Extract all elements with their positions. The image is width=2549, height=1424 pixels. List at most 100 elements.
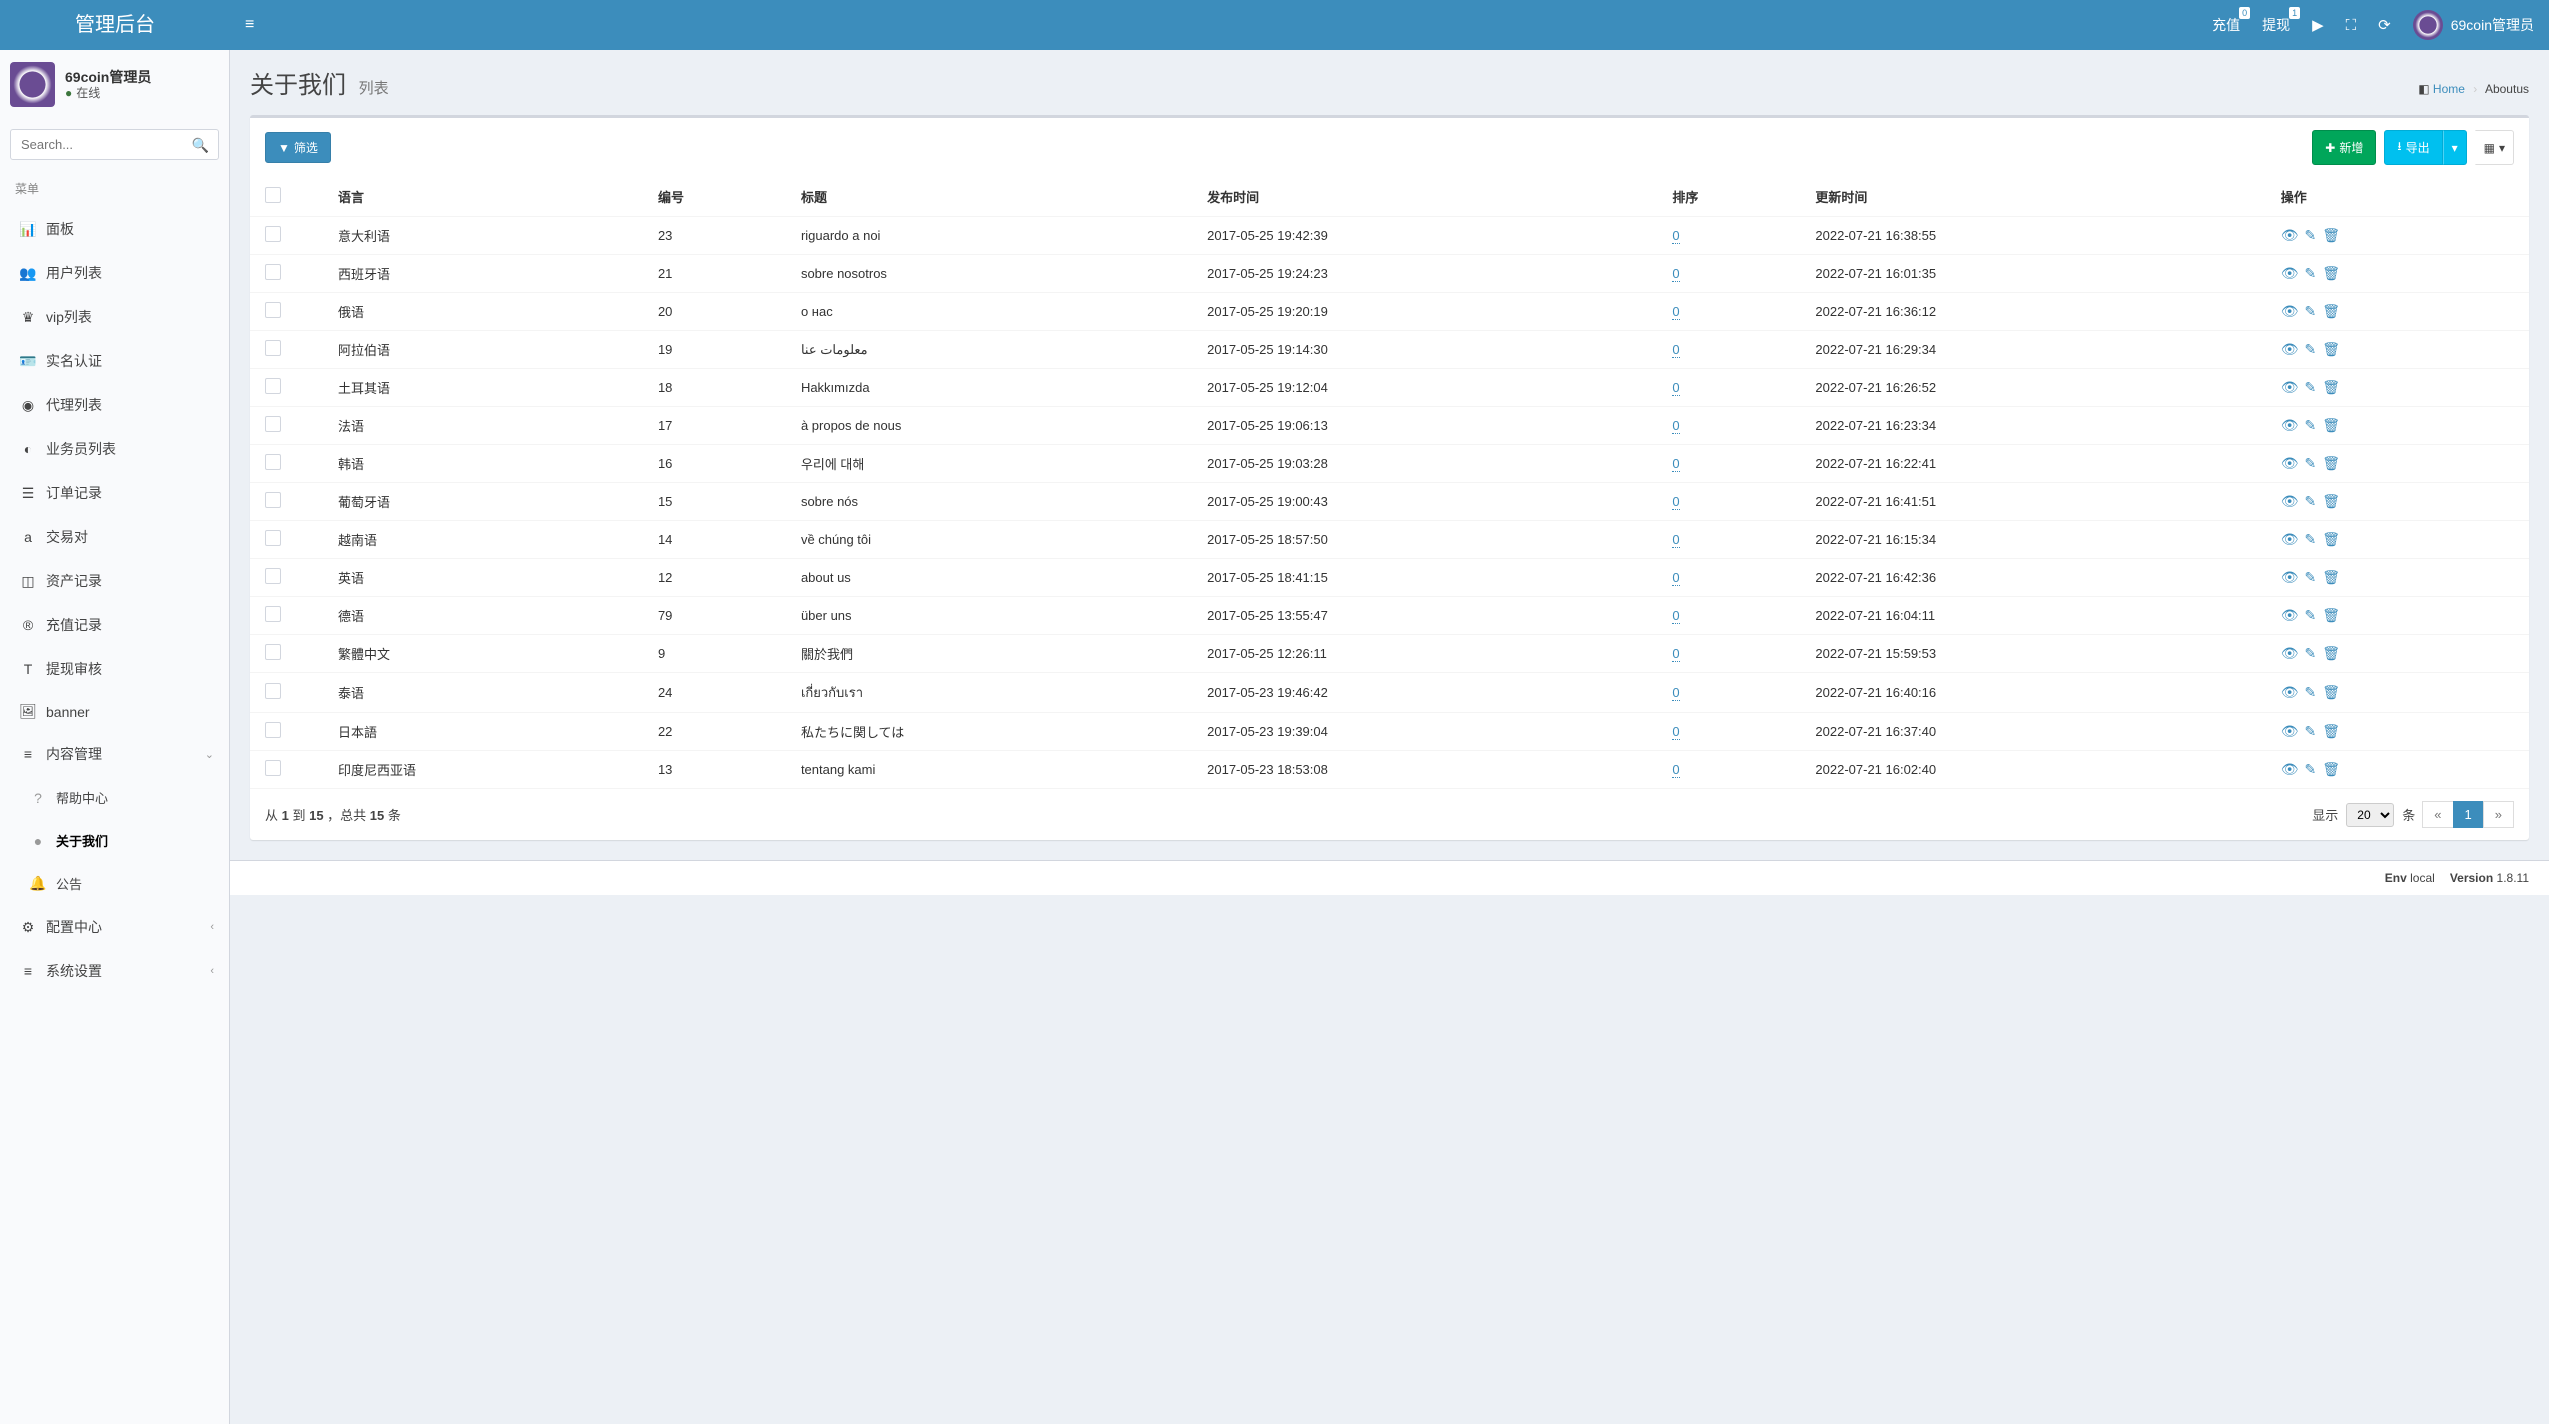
view-icon[interactable]: 👁	[2281, 303, 2299, 320]
delete-icon[interactable]: 🗑	[2322, 569, 2340, 586]
cell-sort[interactable]: 0	[1672, 494, 1679, 510]
row-checkbox[interactable]	[265, 530, 281, 546]
cell-sort[interactable]: 0	[1672, 266, 1679, 282]
edit-icon[interactable]: ✎	[2304, 227, 2316, 244]
page-size-select[interactable]: 20	[2346, 803, 2394, 827]
view-icon[interactable]: 👁	[2281, 645, 2299, 662]
sidebar-item[interactable]: ®充值记录	[0, 603, 229, 647]
th-sort[interactable]: 排序	[1664, 177, 1807, 217]
cell-sort[interactable]: 0	[1672, 570, 1679, 586]
delete-icon[interactable]: 🗑	[2322, 227, 2340, 244]
add-button[interactable]: ✚ 新增	[2312, 130, 2376, 165]
cell-sort[interactable]: 0	[1672, 724, 1679, 740]
export-button[interactable]: ⭳ 导出	[2384, 130, 2442, 165]
row-checkbox[interactable]	[265, 683, 281, 699]
cell-sort[interactable]: 0	[1672, 646, 1679, 662]
refresh-icon[interactable]: ⟳	[2378, 16, 2391, 34]
view-icon[interactable]: 👁	[2281, 684, 2299, 701]
cell-sort[interactable]: 0	[1672, 304, 1679, 320]
export-dropdown[interactable]: ▾	[2443, 130, 2467, 165]
user-menu[interactable]: 69coin管理员	[2413, 10, 2534, 40]
sidebar-subitem[interactable]: 🔔公告	[0, 862, 229, 905]
sidebar-item[interactable]: ☰订单记录	[0, 471, 229, 515]
view-icon[interactable]: 👁	[2281, 379, 2299, 396]
delete-icon[interactable]: 🗑	[2322, 379, 2340, 396]
cell-sort[interactable]: 0	[1672, 228, 1679, 244]
view-icon[interactable]: 👁	[2281, 227, 2299, 244]
cell-sort[interactable]: 0	[1672, 762, 1679, 778]
edit-icon[interactable]: ✎	[2304, 569, 2316, 586]
sidebar-subitem[interactable]: ?帮助中心	[0, 776, 229, 819]
view-icon[interactable]: 👁	[2281, 265, 2299, 282]
delete-icon[interactable]: 🗑	[2322, 455, 2340, 472]
edit-icon[interactable]: ✎	[2304, 379, 2316, 396]
logo[interactable]: 管理后台	[0, 0, 230, 50]
edit-icon[interactable]: ✎	[2304, 417, 2316, 434]
edit-icon[interactable]: ✎	[2304, 303, 2316, 320]
page-next[interactable]: »	[2483, 801, 2514, 828]
delete-icon[interactable]: 🗑	[2322, 341, 2340, 358]
sidebar-item[interactable]: ♛vip列表	[0, 295, 229, 339]
delete-icon[interactable]: 🗑	[2322, 607, 2340, 624]
th-lang[interactable]: 语言	[330, 177, 650, 217]
view-icon[interactable]: 👁	[2281, 761, 2299, 778]
delete-icon[interactable]: 🗑	[2322, 645, 2340, 662]
view-icon[interactable]: 👁	[2281, 417, 2299, 434]
edit-icon[interactable]: ✎	[2304, 645, 2316, 662]
edit-icon[interactable]: ✎	[2304, 493, 2316, 510]
sidebar-item[interactable]: 👥用户列表	[0, 251, 229, 295]
th-updtime[interactable]: 更新时间	[1807, 177, 2272, 217]
play-icon[interactable]: ▶	[2312, 16, 2324, 34]
sidebar-item[interactable]: ◐业务员列表	[0, 427, 229, 471]
fullscreen-icon[interactable]: ⛶	[2346, 17, 2357, 34]
delete-icon[interactable]: 🗑	[2322, 761, 2340, 778]
view-icon[interactable]: 👁	[2281, 569, 2299, 586]
row-checkbox[interactable]	[265, 606, 281, 622]
search-input[interactable]	[10, 129, 219, 160]
sidebar-item-config[interactable]: ⚙ 配置中心 ‹	[0, 905, 229, 949]
view-icon[interactable]: 👁	[2281, 607, 2299, 624]
row-checkbox[interactable]	[265, 492, 281, 508]
edit-icon[interactable]: ✎	[2304, 761, 2316, 778]
edit-icon[interactable]: ✎	[2304, 455, 2316, 472]
row-checkbox[interactable]	[265, 302, 281, 318]
recharge-link[interactable]: 充值 0	[2212, 15, 2240, 35]
sidebar-subitem[interactable]: ●关于我们	[0, 819, 229, 862]
sidebar-item-content-mgmt[interactable]: ≡ 内容管理 ⌄	[0, 732, 229, 776]
view-icon[interactable]: 👁	[2281, 723, 2299, 740]
row-checkbox[interactable]	[265, 568, 281, 584]
cell-sort[interactable]: 0	[1672, 532, 1679, 548]
delete-icon[interactable]: 🗑	[2322, 493, 2340, 510]
row-checkbox[interactable]	[265, 416, 281, 432]
sidebar-item[interactable]: 🖼banner	[0, 691, 229, 732]
sidebar-item[interactable]: 🪪实名认证	[0, 339, 229, 383]
sidebar-toggle-icon[interactable]: ≡	[245, 16, 254, 34]
sidebar-item[interactable]: T提现审核	[0, 647, 229, 691]
view-icon[interactable]: 👁	[2281, 531, 2299, 548]
sidebar-item-system[interactable]: ≡ 系统设置 ‹	[0, 949, 229, 993]
page-prev[interactable]: «	[2422, 801, 2453, 828]
withdraw-link[interactable]: 提现 1	[2262, 15, 2290, 35]
cell-sort[interactable]: 0	[1672, 685, 1679, 701]
cell-sort[interactable]: 0	[1672, 456, 1679, 472]
search-icon[interactable]: 🔍	[192, 137, 209, 154]
th-title[interactable]: 标题	[793, 177, 1199, 217]
cell-sort[interactable]: 0	[1672, 418, 1679, 434]
row-checkbox[interactable]	[265, 264, 281, 280]
edit-icon[interactable]: ✎	[2304, 531, 2316, 548]
row-checkbox[interactable]	[265, 644, 281, 660]
delete-icon[interactable]: 🗑	[2322, 303, 2340, 320]
row-checkbox[interactable]	[265, 454, 281, 470]
sidebar-item[interactable]: ◫资产记录	[0, 559, 229, 603]
edit-icon[interactable]: ✎	[2304, 341, 2316, 358]
th-pubtime[interactable]: 发布时间	[1199, 177, 1664, 217]
breadcrumb-home[interactable]: Home	[2433, 82, 2465, 96]
sidebar-item[interactable]: 📊面板	[0, 207, 229, 251]
row-checkbox[interactable]	[265, 760, 281, 776]
page-current[interactable]: 1	[2453, 801, 2484, 828]
view-icon[interactable]: 👁	[2281, 341, 2299, 358]
edit-icon[interactable]: ✎	[2304, 723, 2316, 740]
delete-icon[interactable]: 🗑	[2322, 265, 2340, 282]
cell-sort[interactable]: 0	[1672, 342, 1679, 358]
cell-sort[interactable]: 0	[1672, 380, 1679, 396]
